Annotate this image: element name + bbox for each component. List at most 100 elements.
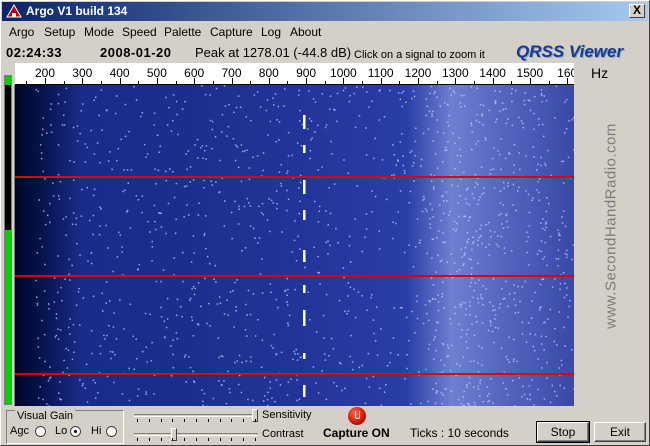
slider-tick (149, 419, 150, 422)
slider-tick (161, 419, 162, 422)
contrast-track (134, 433, 258, 436)
app-window: Argo V1 build 134 X Argo Setup Mode Spee… (0, 0, 650, 446)
scale-tick-mark (138, 81, 139, 84)
slider-tick (243, 438, 244, 441)
exit-button[interactable]: Exit (594, 422, 646, 442)
slider-tick (220, 419, 221, 422)
control-panel: Visual Gain Agc Lo Hi Sensitivity Contra… (2, 406, 648, 446)
scale-tick-label: 160 (557, 66, 574, 80)
scale-tick-mark (437, 81, 438, 84)
slider-tick (208, 419, 209, 422)
menu-argo[interactable]: Argo (9, 25, 34, 39)
waterfall-canvas[interactable] (15, 85, 574, 406)
sensitivity-label: Sensitivity (262, 409, 312, 421)
menu-bar: Argo Setup Mode Speed Palette Capture Lo… (2, 22, 648, 42)
menu-capture[interactable]: Capture (210, 25, 253, 39)
menu-speed[interactable]: Speed (122, 25, 157, 39)
current-date: 2008-01-20 (100, 45, 172, 60)
scale-tick-mark (511, 81, 512, 84)
time-tick-line (15, 176, 574, 178)
scale-tick-mark (287, 81, 288, 84)
signal-segment (303, 310, 306, 326)
waterfall-background (15, 85, 574, 406)
signal-segment (303, 250, 306, 262)
contrast-label: Contrast (262, 428, 304, 440)
slider-tick (208, 438, 209, 441)
scale-tick-mark (101, 81, 102, 84)
slider-tick (196, 419, 197, 422)
argo-app-icon (6, 4, 22, 18)
sensitivity-track (134, 414, 258, 417)
slider-tick (243, 419, 244, 422)
slider-tick (137, 438, 138, 441)
signal-segment (303, 180, 306, 194)
capture-status: Capture ON (323, 426, 390, 440)
ticks-interval: Ticks : 10 seconds (410, 426, 509, 440)
slider-tick (196, 438, 197, 441)
visual-gain-group: Visual Gain Agc Lo Hi (6, 410, 124, 444)
scale-tick-mark (194, 78, 195, 84)
zoom-hint: Click on a signal to zoom it (354, 49, 485, 61)
slider-tick (184, 419, 185, 422)
menu-log[interactable]: Log (261, 25, 281, 39)
title-bar[interactable]: Argo V1 build 134 X (2, 2, 648, 21)
signal-segment (303, 353, 306, 359)
gain-agc-label: Agc (10, 425, 29, 437)
signal-segment (303, 115, 306, 129)
menu-mode[interactable]: Mode (84, 25, 114, 39)
gain-lo-radio[interactable] (70, 426, 81, 437)
scale-tick-mark (418, 78, 419, 84)
scale-tick-mark (213, 81, 214, 84)
scale-tick-mark (82, 78, 83, 84)
scale-tick-mark (343, 78, 344, 84)
scale-tick-mark (157, 78, 158, 84)
waterfall-display[interactable] (14, 85, 574, 406)
scale-tick-mark (306, 78, 307, 84)
signal-segment (303, 210, 306, 220)
scale-tick-mark (26, 81, 27, 84)
stop-button[interactable]: Stop (536, 421, 590, 443)
scale-tick-mark (269, 78, 270, 84)
website-watermark: www.SecondHandRadio.com (600, 121, 622, 331)
capture-power-icon[interactable] (348, 407, 366, 425)
scale-tick-mark (232, 78, 233, 84)
scale-tick-mark (64, 81, 65, 84)
slider-tick (184, 438, 185, 441)
contrast-slider[interactable] (134, 428, 258, 441)
scale-tick-mark (176, 81, 177, 84)
qrss-viewer-logo: QRSS Viewer (516, 42, 624, 61)
gain-agc-radio[interactable] (35, 426, 46, 437)
window-title: Argo V1 build 134 (26, 4, 128, 18)
time-tick-line (15, 373, 574, 375)
gain-hi-radio[interactable] (106, 426, 117, 437)
sensitivity-slider[interactable] (134, 409, 258, 422)
slider-tick (172, 438, 173, 441)
signal-segment (303, 385, 306, 397)
scale-tick-mark (493, 78, 494, 84)
frequency-scale[interactable]: 200 300 400 500 600 700 800 900 1000 1100 1200 1300… (15, 63, 574, 85)
scale-tick-mark (250, 81, 251, 84)
scale-tick-mark (474, 81, 475, 84)
visual-gain-legend: Visual Gain (15, 410, 76, 422)
slider-tick (220, 438, 221, 441)
current-time: 02:24:33 (6, 45, 63, 60)
input-level-meter (4, 75, 12, 405)
menu-about[interactable]: About (290, 25, 321, 39)
scale-tick-mark (325, 81, 326, 84)
slider-tick (255, 438, 256, 441)
frequency-unit: Hz (591, 65, 609, 81)
scale-tick-mark (381, 78, 382, 84)
menu-setup[interactable]: Setup (44, 25, 75, 39)
level-fill (5, 230, 11, 404)
scale-tick-mark (530, 78, 531, 84)
signal-segment (303, 145, 306, 153)
close-button[interactable]: X (629, 4, 645, 18)
menu-palette[interactable]: Palette (164, 25, 201, 39)
scale-tick-mark (549, 81, 550, 84)
peak-readout: Peak at 1278.01 (-44.8 dB) (195, 45, 352, 60)
level-peak-indicator (5, 76, 11, 85)
scale-tick-mark (399, 81, 400, 84)
scale-tick-mark (362, 81, 363, 84)
watermark-text: www.SecondHandRadio.com (602, 123, 620, 329)
slider-tick (149, 438, 150, 441)
